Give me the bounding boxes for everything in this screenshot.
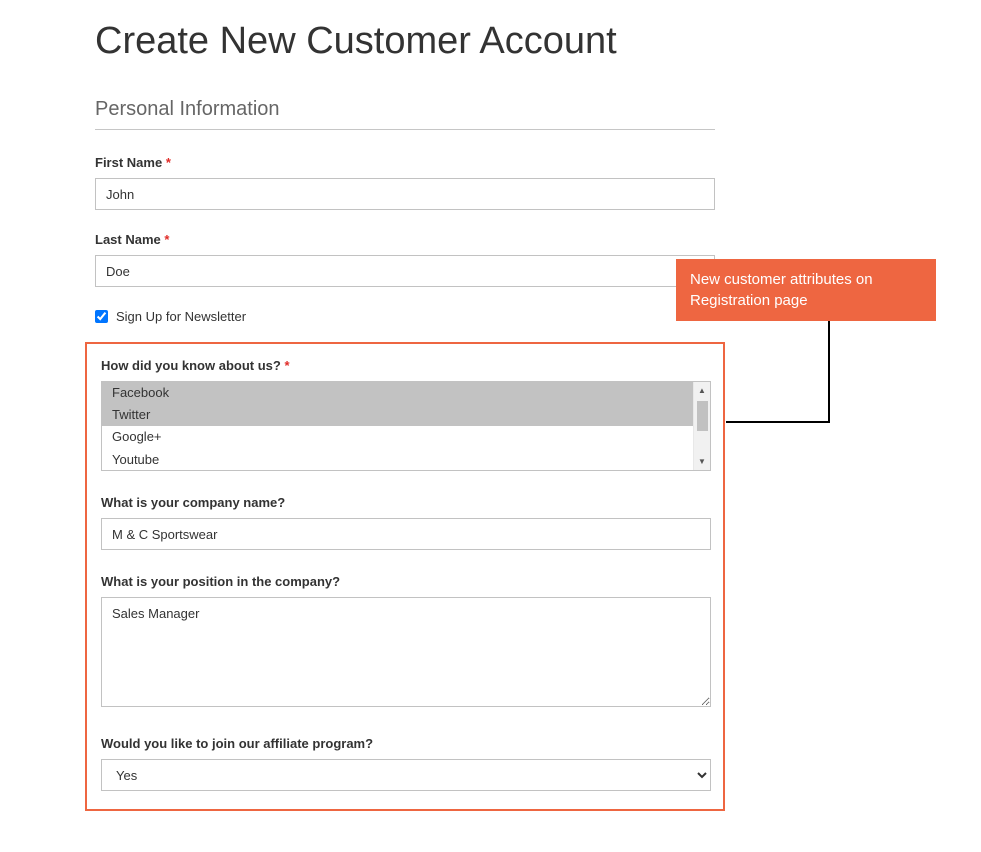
scroll-up-icon[interactable]: ▲ — [694, 382, 710, 399]
page-title: Create New Customer Account — [95, 20, 886, 63]
last-name-field: Last Name — [95, 232, 715, 287]
source-option[interactable]: Twitter — [102, 404, 693, 426]
newsletter-checkbox[interactable] — [95, 310, 108, 323]
source-label: How did you know about us? — [101, 358, 711, 373]
position-textarea[interactable]: Sales Manager — [101, 597, 711, 707]
first-name-field: First Name — [95, 155, 715, 210]
form-container: Create New Customer Account Personal Inf… — [0, 0, 981, 841]
source-option[interactable]: Google+ — [102, 426, 693, 448]
company-field: What is your company name? — [101, 495, 711, 550]
newsletter-label: Sign Up for Newsletter — [116, 309, 246, 324]
scroll-down-icon[interactable]: ▼ — [694, 453, 710, 470]
connector-line — [726, 421, 830, 423]
last-name-input[interactable] — [95, 255, 715, 287]
source-option[interactable]: Youtube — [102, 449, 693, 470]
affiliate-select[interactable]: Yes — [101, 759, 711, 791]
affiliate-label: Would you like to join our affiliate pro… — [101, 736, 711, 751]
annotation-callout: New customer attributes on Registration … — [676, 259, 936, 321]
first-name-label: First Name — [95, 155, 715, 170]
connector-line — [828, 321, 830, 423]
last-name-label: Last Name — [95, 232, 715, 247]
source-option[interactable]: Facebook — [102, 382, 693, 404]
scrollbar[interactable]: ▲ ▼ — [693, 382, 710, 470]
source-listbox-items: Facebook Twitter Google+ Youtube — [102, 382, 693, 470]
custom-attributes-box: How did you know about us? Facebook Twit… — [85, 342, 725, 811]
first-name-input[interactable] — [95, 178, 715, 210]
position-field: What is your position in the company? Sa… — [101, 574, 711, 712]
source-field: How did you know about us? Facebook Twit… — [101, 358, 711, 471]
company-input[interactable] — [101, 518, 711, 550]
position-label: What is your position in the company? — [101, 574, 711, 589]
source-listbox[interactable]: Facebook Twitter Google+ Youtube ▲ ▼ — [101, 381, 711, 471]
company-label: What is your company name? — [101, 495, 711, 510]
affiliate-field: Would you like to join our affiliate pro… — [101, 736, 711, 791]
scroll-thumb[interactable] — [697, 401, 708, 431]
section-title: Personal Information — [95, 98, 715, 130]
